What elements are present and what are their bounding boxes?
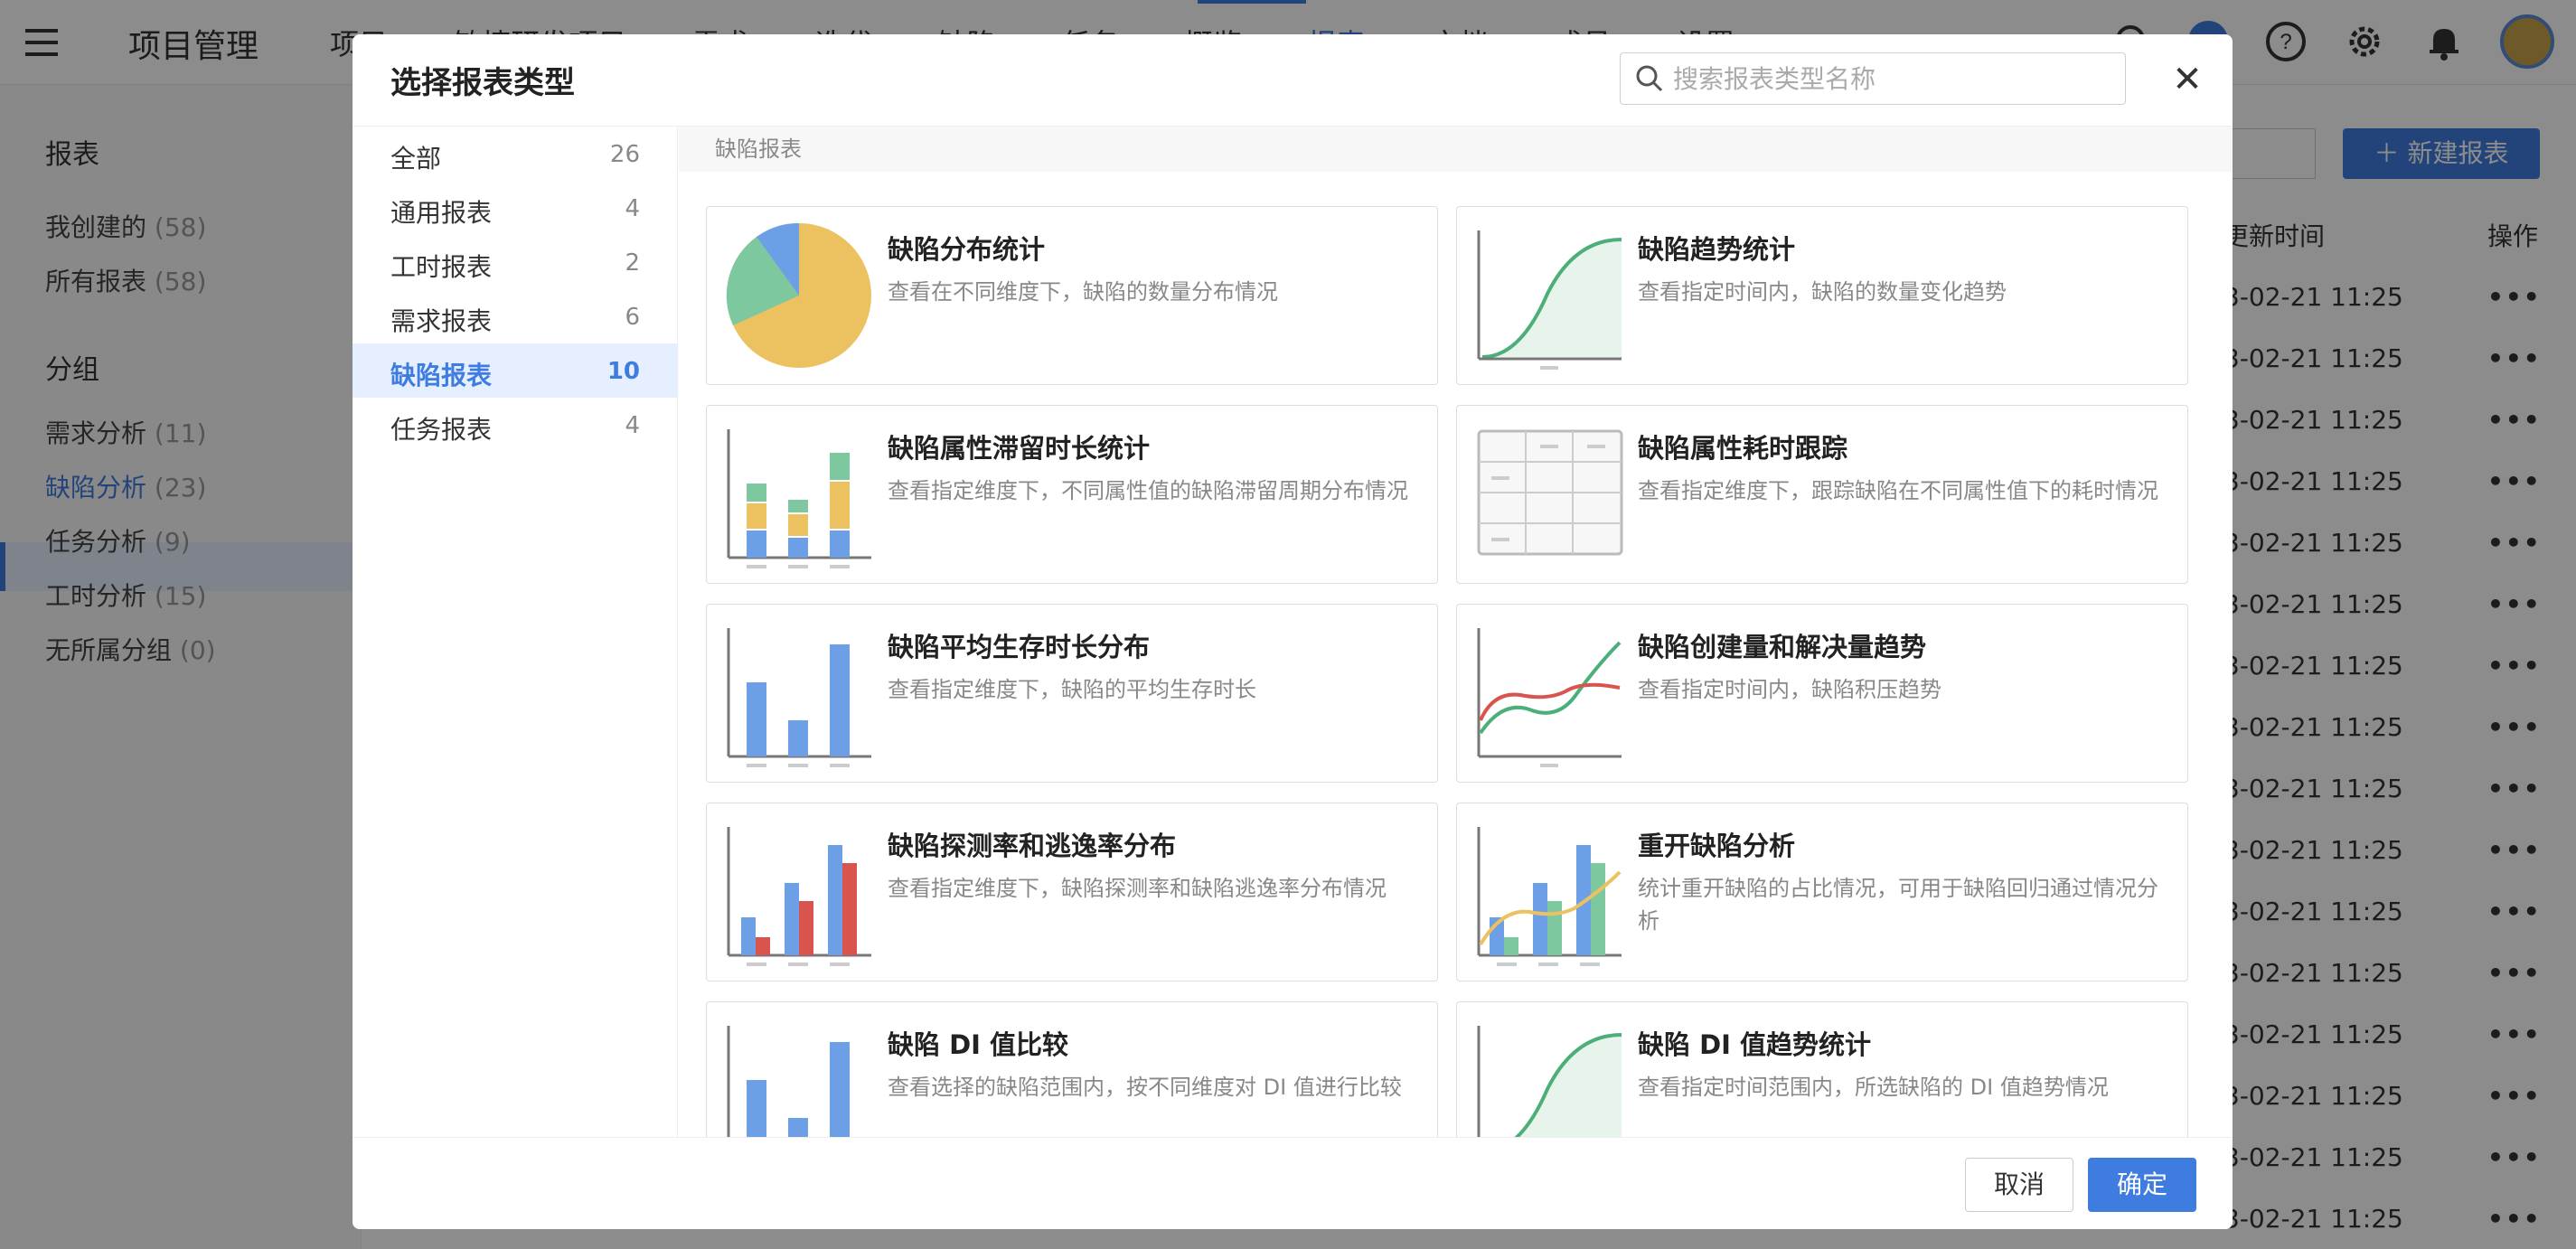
card-title: 缺陷属性滞留时长统计 bbox=[888, 433, 1151, 464]
report-card[interactable]: 缺陷 DI 值趋势统计 查看指定时间范围内，所选缺陷的 DI 值趋势情况 bbox=[1456, 1001, 2188, 1137]
category-count: 4 bbox=[625, 195, 640, 222]
report-card[interactable]: 重开缺陷分析 统计重开缺陷的占比情况，可用于缺陷回归通过情况分析 bbox=[1456, 803, 2188, 981]
line-chart-icon bbox=[1477, 628, 1622, 767]
card-desc: 查看指定时间内，缺陷的数量变化趋势 bbox=[1638, 279, 2007, 305]
report-card[interactable]: 缺陷属性耗时跟踪 查看指定维度下，跟踪缺陷在不同属性值下的耗时情况 bbox=[1456, 405, 2188, 584]
report-card[interactable]: 缺陷探测率和逃逸率分布 查看指定维度下，缺陷探测率和缺陷逃逸率分布情况 bbox=[706, 803, 1438, 981]
report-card[interactable]: 缺陷属性滞留时长统计 查看指定维度下，不同属性值的缺陷滞留周期分布情况 bbox=[706, 405, 1438, 584]
search-field[interactable] bbox=[1620, 52, 2126, 105]
card-desc: 查看指定维度下，跟踪缺陷在不同属性值下的耗时情况 bbox=[1638, 478, 2158, 503]
report-card-list: 缺陷报表 缺陷分布统计 查看在不同维度下，缺陷的数量分布情况 缺陷趋势统计 查看… bbox=[679, 127, 2233, 1137]
category-count: 10 bbox=[606, 358, 640, 385]
category-count: 6 bbox=[625, 304, 640, 331]
confirm-button[interactable]: 确定 bbox=[2088, 1158, 2196, 1212]
trend-chart-icon bbox=[1477, 1026, 1622, 1137]
card-title: 缺陷趋势统计 bbox=[1638, 234, 1796, 265]
stacked-bar-icon bbox=[727, 429, 871, 568]
dialog-title: 选择报表类型 bbox=[390, 65, 575, 101]
category-all[interactable]: 全部 26 bbox=[353, 127, 678, 181]
category-requirement[interactable]: 需求报表 6 bbox=[353, 289, 678, 343]
category-label: 任务报表 bbox=[390, 415, 493, 445]
card-desc: 查看在不同维度下，缺陷的数量分布情况 bbox=[888, 279, 1278, 305]
bar-chart-icon bbox=[727, 628, 871, 767]
section-title: 缺陷报表 bbox=[679, 127, 2233, 172]
category-label: 缺陷报表 bbox=[390, 361, 493, 390]
card-desc: 查看指定维度下，不同属性值的缺陷滞留周期分布情况 bbox=[888, 478, 1408, 503]
card-title: 缺陷 DI 值比较 bbox=[888, 1029, 1069, 1060]
category-task[interactable]: 任务报表 4 bbox=[353, 398, 678, 452]
report-card[interactable]: 缺陷 DI 值比较 查看选择的缺陷范围内，按不同维度对 DI 值进行比较 bbox=[706, 1001, 1438, 1137]
card-title: 缺陷创建量和解决量趋势 bbox=[1638, 632, 1927, 662]
report-card[interactable]: 缺陷趋势统计 查看指定时间内，缺陷的数量变化趋势 bbox=[1456, 206, 2188, 385]
category-label: 全部 bbox=[390, 144, 442, 174]
card-title: 缺陷 DI 值趋势统计 bbox=[1638, 1029, 1872, 1060]
search-input[interactable] bbox=[1673, 61, 2107, 97]
report-type-dialog: 选择报表类型 ✕ 全部 26 通用报表 4 工时报表 2 需求报表 6 缺陷报表 10 任… bbox=[353, 34, 2233, 1229]
pie-chart-icon bbox=[726, 222, 871, 368]
dialog-footer: 取消 确定 bbox=[353, 1137, 2233, 1229]
card-desc: 查看选择的缺陷范围内，按不同维度对 DI 值进行比较 bbox=[888, 1075, 1402, 1100]
combo-chart-icon bbox=[1477, 827, 1622, 966]
category-count: 4 bbox=[625, 412, 640, 439]
category-count: 26 bbox=[609, 141, 640, 168]
card-title: 重开缺陷分析 bbox=[1638, 831, 1796, 861]
category-label: 通用报表 bbox=[390, 198, 493, 228]
report-card[interactable]: 缺陷分布统计 查看在不同维度下，缺陷的数量分布情况 bbox=[706, 206, 1438, 385]
category-defect[interactable]: 缺陷报表 10 bbox=[353, 343, 678, 398]
category-worktime[interactable]: 工时报表 2 bbox=[353, 235, 678, 289]
bar-chart-icon bbox=[727, 1026, 850, 1137]
card-desc: 查看指定时间内，缺陷积压趋势 bbox=[1638, 677, 1941, 702]
category-label: 需求报表 bbox=[390, 306, 493, 336]
card-title: 缺陷平均生存时长分布 bbox=[888, 632, 1151, 662]
category-count: 2 bbox=[625, 249, 640, 277]
card-title: 缺陷探测率和逃逸率分布 bbox=[888, 831, 1177, 861]
card-desc: 统计重开缺陷的占比情况，可用于缺陷回归通过情况分析 bbox=[1638, 876, 2158, 934]
table-icon bbox=[1477, 429, 1623, 556]
category-general[interactable]: 通用报表 4 bbox=[353, 181, 678, 235]
report-card[interactable]: 缺陷平均生存时长分布 查看指定维度下，缺陷的平均生存时长 bbox=[706, 604, 1438, 783]
card-desc: 查看指定时间范围内，所选缺陷的 DI 值趋势情况 bbox=[1638, 1075, 2109, 1100]
card-desc: 查看指定维度下，缺陷探测率和缺陷逃逸率分布情况 bbox=[888, 876, 1387, 901]
category-menu: 全部 26 通用报表 4 工时报表 2 需求报表 6 缺陷报表 10 任务报表 4 bbox=[353, 127, 678, 1137]
report-card[interactable]: 缺陷创建量和解决量趋势 查看指定时间内，缺陷积压趋势 bbox=[1456, 604, 2188, 783]
trend-chart-icon bbox=[1477, 230, 1622, 370]
search-icon bbox=[1636, 65, 1663, 92]
grouped-bar-icon bbox=[727, 827, 871, 966]
card-desc: 查看指定维度下，缺陷的平均生存时长 bbox=[888, 677, 1256, 702]
category-label: 工时报表 bbox=[390, 252, 493, 282]
card-title: 缺陷属性耗时跟踪 bbox=[1638, 433, 1848, 464]
dialog-header: 选择报表类型 ✕ bbox=[353, 34, 2233, 127]
card-title: 缺陷分布统计 bbox=[888, 234, 1046, 265]
close-icon[interactable]: ✕ bbox=[2167, 60, 2207, 99]
cancel-button[interactable]: 取消 bbox=[1965, 1158, 2073, 1212]
